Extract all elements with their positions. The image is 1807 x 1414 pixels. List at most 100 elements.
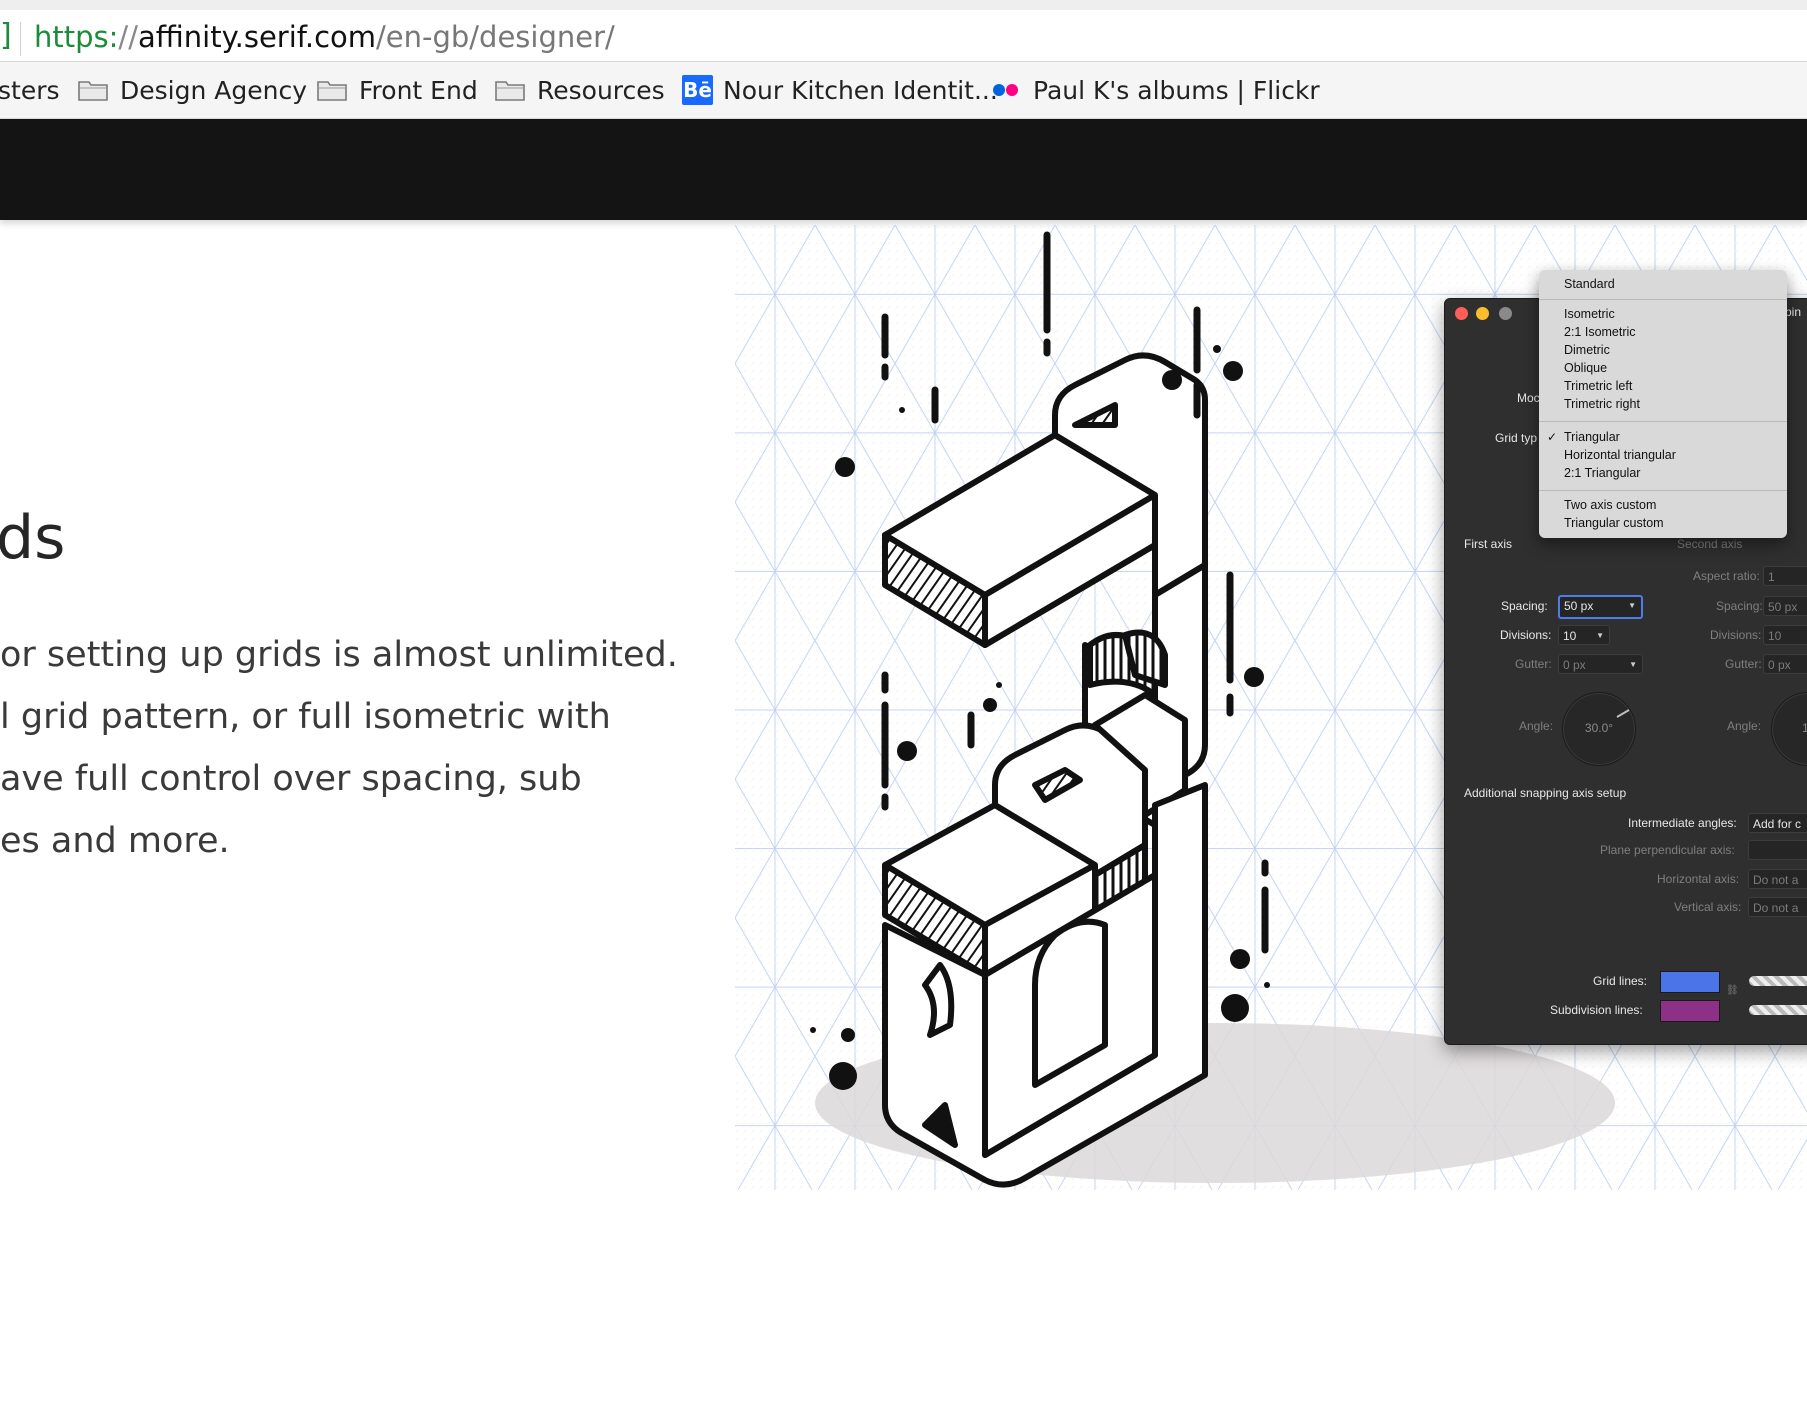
url-scheme: https: — [34, 20, 119, 54]
horizontal-axis-label: Horizontal axis: — [1657, 872, 1740, 886]
second-angle-value: 150 — [1801, 721, 1807, 735]
menu-item-triangular[interactable]: Triangular — [1564, 430, 1620, 444]
bookmark-front-end[interactable]: Front End — [317, 74, 478, 106]
vertical-axis-label: Vertical axis: — [1674, 900, 1742, 914]
bookmark-design-agency[interactable]: Design Agency — [78, 74, 307, 106]
grid-lines-label: Grid lines: — [1593, 974, 1648, 988]
chevron-down-icon: ▼ — [1596, 631, 1604, 640]
divisions-value: 10 — [1563, 629, 1577, 643]
url-slashes: // — [118, 20, 138, 54]
menu-item-triangular-custom[interactable]: Triangular custom — [1564, 516, 1664, 530]
section-heading: ds — [0, 503, 66, 573]
paragraph-line: ave full control over spacing, sub — [0, 759, 582, 799]
menu-item-oblique[interactable]: Oblique — [1564, 361, 1607, 375]
spacing-field[interactable]: 50 px ▼ — [1558, 595, 1643, 619]
second-divisions-value: 10 — [1768, 629, 1782, 643]
bookmark-label: Nour Kitchen Identit... — [723, 75, 998, 105]
menu-item-2-1-isometric[interactable]: 2:1 Isometric — [1564, 325, 1636, 339]
intermediate-angles-value: Add for c — [1753, 817, 1802, 831]
menu-item-dimetric[interactable]: Dimetric — [1564, 343, 1610, 357]
section-paragraph: or setting up grids is almost unlimited.… — [0, 624, 678, 872]
bookmark-resources[interactable]: Resources — [495, 74, 665, 106]
subdivision-lines-label: Subdivision lines: — [1550, 1003, 1643, 1017]
menu-item-two-axis-custom[interactable]: Two axis custom — [1564, 498, 1656, 512]
intermediate-angles-field[interactable]: Add for c — [1748, 813, 1807, 833]
window-minimize-button[interactable] — [1476, 307, 1489, 320]
gutter-field[interactable]: 0 px ▼ — [1558, 654, 1643, 674]
first-axis-title: First axis — [1464, 537, 1512, 551]
folder-icon — [78, 79, 108, 101]
bookmark-label: Paul K's albums | Flickr — [1033, 75, 1320, 105]
paragraph-line: or setting up grids is almost unlimited. — [0, 635, 678, 675]
menu-item-isometric[interactable]: Isometric — [1564, 307, 1615, 321]
folder-icon — [317, 79, 347, 101]
second-spacing-value: 50 px — [1768, 600, 1798, 614]
vertical-axis-value: Do not a — [1753, 901, 1799, 915]
bookmark-label: Resources — [537, 75, 665, 105]
snapping-title: Additional snapping axis setup — [1464, 786, 1627, 800]
divisions-field[interactable]: 10 ▼ — [1558, 625, 1610, 645]
menu-separator — [1539, 490, 1787, 491]
menu-item-trimetric-left[interactable]: Trimetric left — [1564, 379, 1632, 393]
bookmark-label: Design Agency — [120, 75, 307, 105]
gutter-label: Gutter: — [1515, 657, 1552, 671]
second-gutter-field[interactable]: 0 px — [1763, 654, 1807, 674]
menu-separator — [1539, 299, 1787, 300]
spacing-label: Spacing: — [1501, 599, 1548, 613]
url-text[interactable]: https://affinity.serif.com/en-gb/designe… — [34, 20, 615, 54]
second-spacing-label: Spacing: — [1716, 599, 1763, 613]
window-close-button[interactable] — [1455, 307, 1468, 320]
link-icon[interactable]: ⛓ — [1726, 985, 1739, 996]
menu-item-horizontal-triangular[interactable]: Horizontal triangular — [1564, 448, 1676, 462]
second-spacing-field[interactable]: 50 px — [1763, 596, 1807, 616]
spacing-value: 50 px — [1564, 599, 1594, 613]
second-divisions-label: Divisions: — [1710, 628, 1762, 642]
aspect-ratio-field[interactable]: 1 — [1763, 566, 1807, 586]
flickr-icon — [993, 83, 1019, 97]
address-separator — [20, 22, 21, 56]
address-bracket: ] — [0, 18, 12, 53]
mode-label: Moc — [1517, 391, 1540, 405]
second-angle-dial[interactable]: 150 — [1771, 692, 1807, 766]
url-path: /en-gb/designer/ — [376, 20, 615, 54]
plane-perpendicular-label: Plane perpendicular axis: — [1600, 843, 1735, 857]
second-divisions-field[interactable]: 10 — [1763, 625, 1807, 645]
grid-type-label: Grid typ — [1495, 431, 1538, 445]
site-header-band — [0, 119, 1807, 220]
bookmark-flickr[interactable]: Paul K's albums | Flickr — [993, 74, 1320, 106]
aspect-ratio-label: Aspect ratio: — [1693, 569, 1760, 583]
bookmark-nour-kitchen[interactable]: Bē Nour Kitchen Identit... — [682, 74, 998, 106]
aspect-ratio-value: 1 — [1768, 570, 1775, 584]
paragraph-line: es and more. — [0, 821, 230, 861]
second-gutter-value: 0 px — [1768, 658, 1791, 672]
bookmarks-bar: sters Design Agency Front End Resources … — [0, 62, 1807, 119]
chevron-down-icon: ▼ — [1628, 601, 1636, 610]
subdivision-opacity-slider[interactable] — [1749, 1005, 1807, 1015]
plane-perpendicular-field[interactable] — [1748, 840, 1807, 860]
divisions-label: Divisions: — [1500, 628, 1552, 642]
menu-item-2-1-triangular[interactable]: 2:1 Triangular — [1564, 466, 1640, 480]
horizontal-axis-value: Do not a — [1753, 873, 1799, 887]
behance-icon: Bē — [682, 75, 713, 105]
bookmark-label: Front End — [359, 75, 478, 105]
vertical-axis-field[interactable]: Do not a — [1748, 897, 1807, 917]
grid-lines-opacity-slider[interactable] — [1749, 976, 1807, 986]
second-axis-title: Second axis — [1677, 537, 1743, 551]
angle-label: Angle: — [1519, 719, 1554, 733]
bookmark-partial[interactable]: sters — [0, 74, 60, 106]
subdivision-lines-swatch[interactable] — [1660, 1000, 1720, 1022]
intermediate-angles-label: Intermediate angles: — [1628, 816, 1737, 830]
menu-item-standard[interactable]: Standard — [1564, 277, 1615, 291]
horizontal-axis-field[interactable]: Do not a — [1748, 869, 1807, 889]
grid-lines-swatch[interactable] — [1660, 971, 1720, 993]
dial-needle — [1616, 709, 1630, 718]
window-zoom-button[interactable] — [1499, 307, 1512, 320]
angle-dial[interactable]: 30.0° — [1562, 692, 1636, 766]
bookmark-label: sters — [0, 75, 60, 105]
gutter-value: 0 px — [1563, 658, 1586, 672]
menu-item-trimetric-right[interactable]: Trimetric right — [1564, 397, 1640, 411]
chevron-down-icon: ▼ — [1629, 660, 1637, 669]
address-bar[interactable]: ] https://affinity.serif.com/en-gb/desig… — [0, 0, 1807, 62]
second-gutter-label: Gutter: — [1725, 657, 1762, 671]
grid-type-menu: Standard Isometric 2:1 Isometric Dimetri… — [1539, 270, 1787, 538]
